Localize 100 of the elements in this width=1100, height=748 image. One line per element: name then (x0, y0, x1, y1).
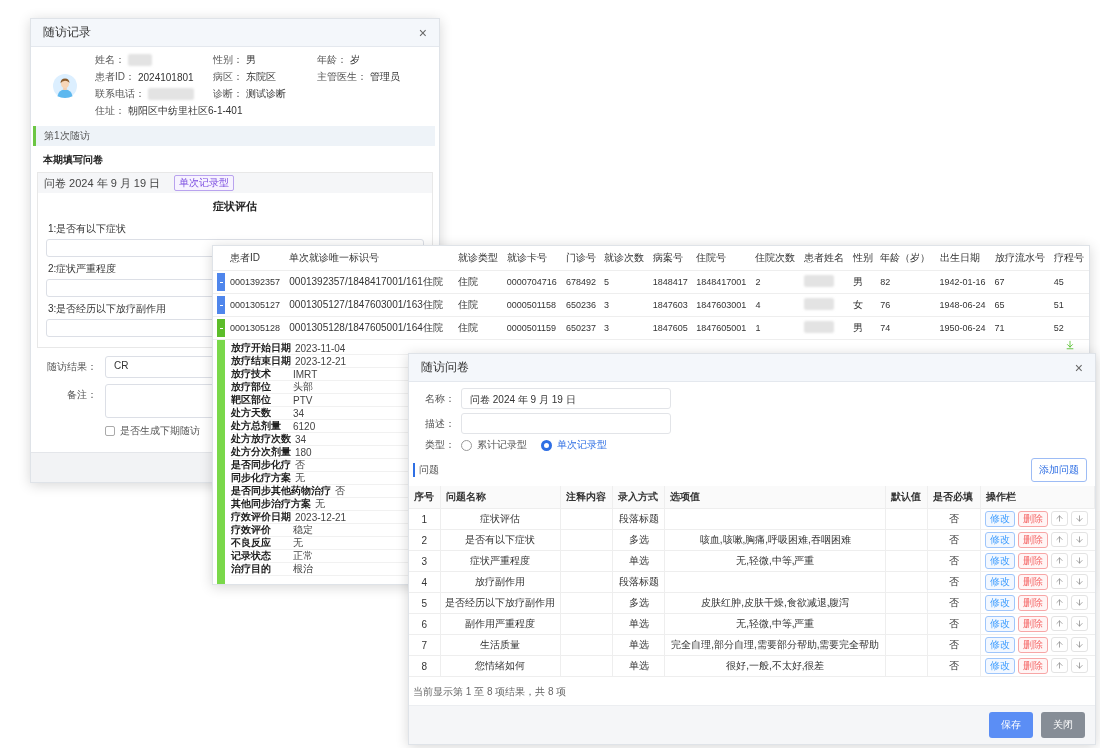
table-cell: 单选 (612, 550, 665, 572)
table-cell: 82 (877, 270, 937, 294)
table-cell: 段落标题 (612, 571, 665, 593)
table-cell: 女 (849, 293, 878, 317)
table-cell: 3 (601, 293, 650, 317)
table-cell: 否 (927, 634, 981, 656)
table-cell: 否 (927, 529, 981, 551)
table-cell: 76 (877, 293, 937, 317)
field-label: 姓名： (95, 53, 125, 67)
detail-value: 否 (295, 458, 305, 472)
table-cell: 1847603 (649, 293, 694, 317)
questionnaire-title: 问卷 2024 年 9 月 19 日 (44, 175, 161, 191)
detail-label: 是否同步化疗 (231, 458, 291, 472)
column-header: 门诊号 (562, 246, 602, 271)
pagination-text: 当前显示第 1 至 8 项结果，共 8 项 (412, 685, 568, 699)
detail-label: 其他同步治疗方案 (231, 497, 311, 511)
detail-label: 放疗结束日期 (231, 354, 291, 368)
column-header: 放疗流水号 (991, 246, 1051, 271)
question-label: 2:症状严重程度 (48, 262, 117, 276)
detail-label: 记录状态 (231, 549, 272, 563)
table-cell: 4 (409, 571, 441, 593)
detail-label: 疗效评价 (231, 523, 272, 537)
table-cell: 3 (601, 316, 650, 340)
field-value: 测试诊断 (246, 87, 286, 101)
table-cell: 很好,一般,不太好,很差 (664, 655, 886, 677)
field-label: 患者ID： (95, 70, 135, 84)
table-cell: 否 (927, 550, 981, 572)
table-cell: 45 (1050, 270, 1089, 294)
field-label: 住址： (95, 104, 125, 118)
detail-value: 34 (295, 433, 307, 445)
table-cell: 否 (927, 592, 981, 614)
column-header: 单次就诊唯一标识号 (286, 246, 455, 271)
table-cell: 是否有以下症状 (440, 529, 561, 551)
table-cell: 0001305128/1847605001/164住院 (286, 316, 455, 340)
detail-value: 无 (293, 536, 303, 550)
column-header: 选项值 (664, 486, 886, 509)
detail-value: 根治 (293, 562, 313, 576)
radio-label: 单次记录型 (557, 438, 607, 452)
detail-label: 处方天数 (231, 406, 272, 420)
table-cell: 生活质量 (440, 634, 561, 656)
visit-header: 第1次随访 (33, 126, 435, 146)
detail-label: 处方分次剂量 (231, 445, 291, 459)
table-cell: 7 (409, 634, 441, 656)
table-cell: 住院 (455, 270, 504, 294)
table-cell: 完全自理,部分自理,需要部分帮助,需要完全帮助 (664, 634, 886, 656)
table-cell: 多选 (612, 592, 665, 614)
table-cell: 1948-06-24 (936, 293, 992, 317)
detail-value: 否 (335, 484, 345, 498)
table-cell: 放疗副作用 (440, 571, 561, 593)
questionnaire-heading: 症状评估 (212, 199, 258, 214)
detail-value: 头部 (293, 380, 313, 394)
table-cell: 5 (601, 270, 650, 294)
table-cell: 是否经历以下放疗副作用 (440, 592, 561, 614)
table-cell: 否 (927, 655, 981, 677)
table-cell: 1942-01-16 (936, 270, 992, 294)
table-cell: 1847603001 (693, 293, 753, 317)
table-cell: 住院 (455, 293, 504, 317)
column-header: 是否必填 (927, 486, 981, 509)
column-header: 问题名称 (440, 486, 561, 509)
field-label: 联系电话： (95, 87, 145, 101)
column-header: 注释内容 (560, 486, 613, 509)
table-cell: 6 (409, 613, 441, 635)
column-header: 就诊类型 (455, 246, 504, 271)
table-cell: 1847605 (649, 316, 694, 340)
column-header: 录入方式 (612, 486, 665, 509)
question-label: 1:是否有以下症状 (48, 222, 127, 236)
detail-value: 2023-12-21 (295, 355, 347, 367)
table-cell: 650237 (562, 316, 602, 340)
field-label: 年龄： (317, 53, 347, 67)
detail-value: 34 (293, 407, 305, 419)
table-cell: 否 (927, 508, 981, 530)
table-cell: 住院 (455, 316, 504, 340)
table-cell: 否 (927, 571, 981, 593)
column-header: 操作栏 (980, 486, 1095, 509)
column-header: 年龄（岁） (877, 246, 937, 271)
table-cell: 678492 (562, 270, 602, 294)
detail-label: 不良反应 (231, 536, 272, 550)
field-value: 东院区 (246, 70, 276, 84)
detail-value: 180 (295, 446, 312, 458)
field-value: 男 (246, 53, 256, 67)
dialog-title: 随访记录 (43, 24, 91, 41)
field-label: 类型： (424, 438, 455, 452)
table-cell: 1 (409, 508, 441, 530)
table-cell: 0001305127/1847603001/163住院 (286, 293, 455, 317)
table-cell: 52 (1050, 316, 1089, 340)
field-value: 管理员 (370, 70, 400, 84)
table-cell: 否 (927, 613, 981, 635)
table-cell: 多选 (612, 529, 665, 551)
table-cell: 5 (409, 592, 441, 614)
detail-value: 6120 (293, 420, 316, 432)
detail-value: IMRT (293, 368, 318, 380)
table-cell: 67 (991, 270, 1051, 294)
table-cell: 1848417001 (693, 270, 753, 294)
field-value: 朝阳区中纺里社区6-1-401 (128, 104, 243, 118)
field-label: 主管医生： (317, 70, 367, 84)
table-cell: 51 (1050, 293, 1089, 317)
column-header: 性别 (849, 246, 878, 271)
table-cell: 男 (849, 316, 878, 340)
table-cell: 1847605001 (693, 316, 753, 340)
detail-label: 处方放疗次数 (231, 432, 291, 446)
